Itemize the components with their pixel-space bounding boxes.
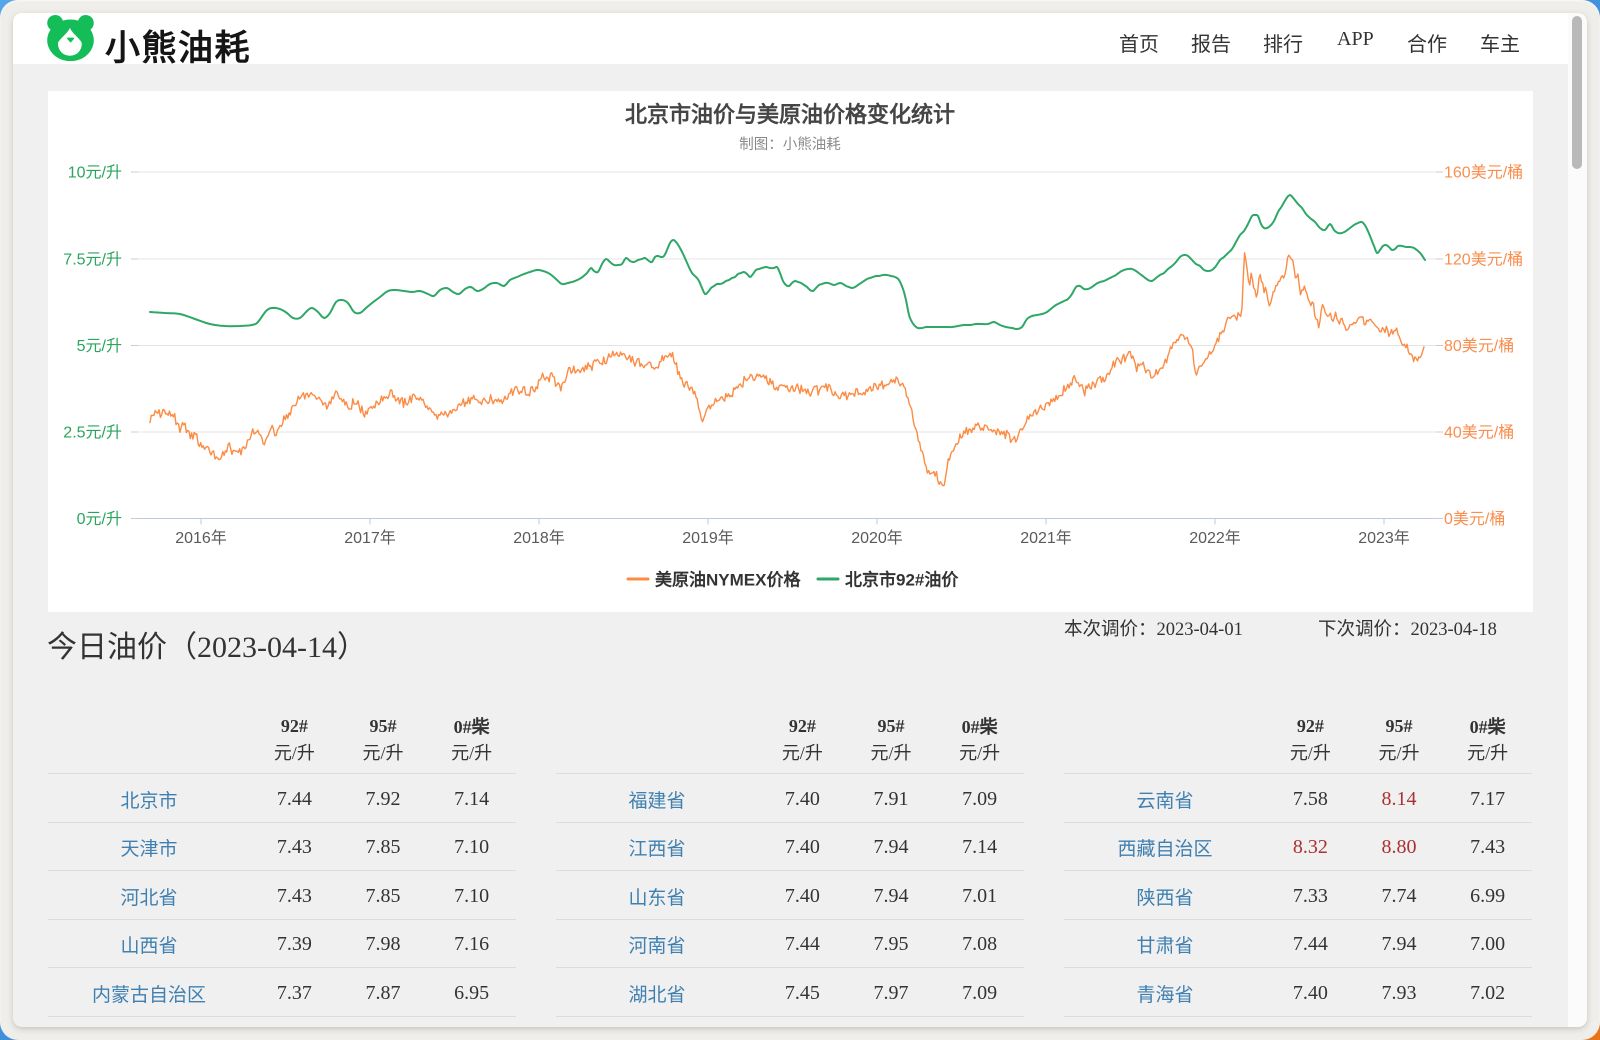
svg-text:2.5元/升: 2.5元/升 [63,424,122,442]
svg-text:北京市油价与美原油价格变化统计: 北京市油价与美原油价格变化统计 [625,102,955,127]
svg-text:5元/升: 5元/升 [77,337,122,355]
svg-text:10元/升: 10元/升 [68,164,122,182]
svg-text:2017年: 2017年 [344,529,396,547]
svg-text:2019年: 2019年 [682,529,734,547]
svg-text:160美元/桶: 160美元/桶 [1444,164,1523,182]
svg-text:120美元/桶: 120美元/桶 [1444,251,1523,269]
svg-text:7.5元/升: 7.5元/升 [63,251,122,269]
svg-text:美原油NYMEX价格: 美原油NYMEX价格 [655,570,801,590]
svg-text:2023年: 2023年 [1358,529,1410,547]
svg-text:2016年: 2016年 [175,529,227,547]
svg-text:2022年: 2022年 [1189,529,1241,547]
svg-text:2021年: 2021年 [1020,529,1072,547]
svg-text:0美元/桶: 0美元/桶 [1444,510,1505,528]
svg-text:80美元/桶: 80美元/桶 [1444,337,1514,355]
svg-text:2018年: 2018年 [513,529,565,547]
svg-text:制图：小熊油耗: 制图：小熊油耗 [739,136,841,153]
svg-text:2020年: 2020年 [851,529,903,547]
svg-text:40美元/桶: 40美元/桶 [1444,424,1514,442]
svg-text:北京市92#油价: 北京市92#油价 [845,570,959,590]
svg-text:0元/升: 0元/升 [77,510,122,528]
